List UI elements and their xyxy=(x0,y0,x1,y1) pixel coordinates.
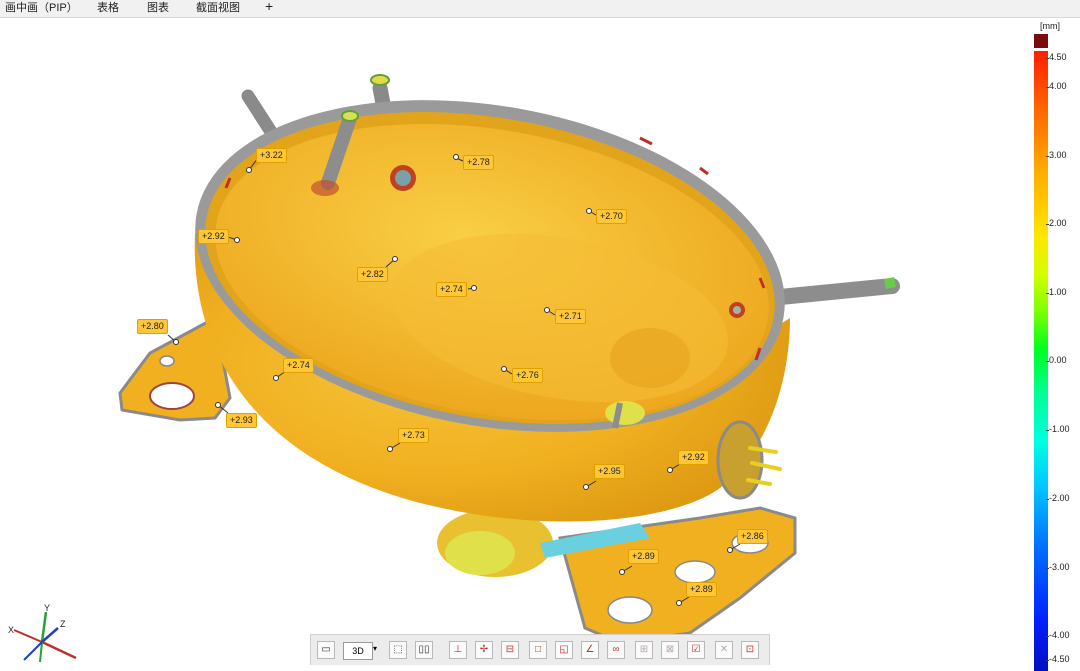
chart-icon[interactable]: ◱ xyxy=(555,641,573,659)
scale-tick: 0.00 xyxy=(1046,355,1067,365)
scale-tick: -1.00 xyxy=(1046,424,1070,434)
3d-viewport[interactable]: +3.22 +2.78 +2.70 +2.92 +2.82 +2.74 +2.7… xyxy=(0,18,1032,664)
tab-section-view[interactable]: 截面视图 xyxy=(196,1,240,15)
deviation-label[interactable]: +2.74 xyxy=(436,282,467,297)
deviation-label[interactable]: +2.92 xyxy=(198,229,229,244)
scale-tick: 3.00 xyxy=(1046,150,1067,160)
align-icon[interactable]: ✢ xyxy=(475,641,493,659)
square-icon[interactable]: □ xyxy=(529,641,547,659)
tab-table[interactable]: 表格 xyxy=(97,1,119,15)
deviation-label[interactable]: +2.70 xyxy=(596,209,627,224)
scale-tick: -3.00 xyxy=(1046,562,1070,572)
scale-tick: 4.50 xyxy=(1046,52,1067,62)
deviation-label[interactable]: +2.92 xyxy=(678,450,709,465)
add-tab-button[interactable]: + xyxy=(265,0,273,13)
axis-triad: Y Z X xyxy=(8,603,77,663)
deviation-label[interactable]: +2.80 xyxy=(137,319,168,334)
deviation-color-scale: [mm] 4.50 4.00 3.00 2.00 1.00 0.00 -1.00… xyxy=(1032,18,1080,671)
delete-icon[interactable]: ⊠ xyxy=(661,641,679,659)
display-icon[interactable]: ▭ xyxy=(317,641,335,659)
cross-icon[interactable]: ✕ xyxy=(715,641,733,659)
deviation-label[interactable]: +2.95 xyxy=(594,464,625,479)
deviation-label[interactable]: +2.74 xyxy=(283,358,314,373)
x-axis-line xyxy=(41,640,77,660)
compressor-housing-model xyxy=(118,74,900,645)
point-icon[interactable]: ⊥ xyxy=(449,641,467,659)
view-mode-dropdown[interactable]: 3D xyxy=(343,642,373,660)
scale-tick: -2.00 xyxy=(1046,493,1070,503)
deviation-label[interactable]: +2.71 xyxy=(555,309,586,324)
deviation-label[interactable]: +2.78 xyxy=(463,155,494,170)
section-icon[interactable]: ⊟ xyxy=(501,641,519,659)
tab-bar: 画中画（PIP） 表格 图表 截面视图 + xyxy=(0,0,1080,18)
scale-tick: 2.00 xyxy=(1046,218,1067,228)
x-axis-neg-line xyxy=(13,629,43,643)
chevron-down-icon[interactable]: ▾ xyxy=(373,644,377,653)
select-rect-icon[interactable]: ⬚ xyxy=(389,641,407,659)
bottom-toolbar: ▭ 3D ▾ ⬚ ▯▯ ⊥ ✢ ⊟ □ ◱ ∠ ∞ ⊞ ⊠ ☑ ✕ ⊡ xyxy=(310,634,770,665)
layout-icon[interactable]: ⊡ xyxy=(741,641,759,659)
deviation-label[interactable]: +3.22 xyxy=(256,148,287,163)
deviation-label[interactable]: +2.76 xyxy=(512,368,543,383)
split-view-icon[interactable]: ▯▯ xyxy=(415,641,433,659)
z-axis-label: Z xyxy=(60,619,66,629)
scale-tick: 1.00 xyxy=(1046,287,1067,297)
scale-overmax-swatch xyxy=(1034,34,1048,48)
scale-unit: [mm] xyxy=(1040,21,1060,31)
deviation-label[interactable]: +2.82 xyxy=(357,267,388,282)
deviation-label[interactable]: +2.73 xyxy=(398,428,429,443)
x-axis-label: X xyxy=(8,625,14,635)
deviation-label[interactable]: +2.89 xyxy=(628,549,659,564)
scale-tick: -4.50 xyxy=(1046,654,1070,664)
check-icon[interactable]: ☑ xyxy=(687,641,705,659)
y-axis-label: Y xyxy=(44,603,50,613)
scale-tick: -4.00 xyxy=(1046,630,1070,640)
deviation-label[interactable]: +2.86 xyxy=(737,529,768,544)
tab-chart[interactable]: 图表 xyxy=(147,1,169,15)
angle-icon[interactable]: ∠ xyxy=(581,641,599,659)
z-axis-neg-line xyxy=(23,641,43,661)
deviation-label[interactable]: +2.93 xyxy=(226,413,257,428)
scale-tick: 4.00 xyxy=(1046,81,1067,91)
grid-icon[interactable]: ⊞ xyxy=(635,641,653,659)
deviation-label[interactable]: +2.89 xyxy=(686,582,717,597)
tab-pip[interactable]: 画中画（PIP） xyxy=(5,1,78,15)
link-icon[interactable]: ∞ xyxy=(607,641,625,659)
